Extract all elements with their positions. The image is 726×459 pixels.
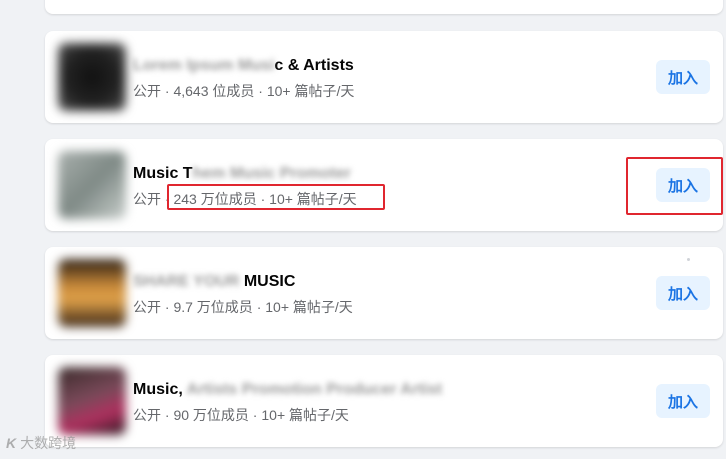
meta-separator: · bbox=[161, 299, 174, 315]
meta-separator: · bbox=[252, 299, 266, 315]
group-meta: 公开 · 4,643 位成员 · 10+ 篇帖子/天 bbox=[133, 81, 354, 101]
group-name[interactable]: Lorem Ipsum Music & Artists bbox=[133, 57, 354, 75]
group-name-visible: c & Artists bbox=[274, 57, 354, 74]
group-card[interactable]: SHARE YOUR MUSIC 公开 · 9.7 万位成员 · 10+ 篇帖子… bbox=[45, 247, 723, 339]
post-frequency: 10+ 篇帖子/天 bbox=[266, 83, 355, 99]
group-name[interactable]: Music, Artists Promotion Producer Artist bbox=[133, 381, 442, 399]
group-meta: 公开 · 90 万位成员 · 10+ 篇帖子/天 bbox=[133, 405, 349, 425]
post-frequency: 10+ 篇帖子/天 bbox=[265, 299, 353, 315]
join-button[interactable]: 加入 bbox=[656, 276, 710, 310]
group-card[interactable]: Lorem Ipsum Music & Artists 公开 · 4,643 位… bbox=[45, 31, 723, 123]
highlight-box-join-button bbox=[626, 157, 723, 215]
group-avatar[interactable] bbox=[58, 367, 126, 435]
privacy-label: 公开 bbox=[133, 83, 161, 99]
group-name-redacted: SHARE YOUR bbox=[133, 273, 240, 290]
group-name-redacted: Artists Promotion Producer Artist bbox=[182, 381, 443, 398]
join-button[interactable]: 加入 bbox=[656, 384, 710, 418]
group-name[interactable]: SHARE YOUR MUSIC bbox=[133, 273, 295, 291]
member-count: 90 万位成员 bbox=[173, 407, 249, 423]
group-name[interactable]: Music Them Music Promoter bbox=[133, 165, 351, 183]
group-search-results: Lorem Ipsum Music & Artists 公开 · 4,643 位… bbox=[0, 0, 726, 459]
member-count: 9.7 万位成员 bbox=[173, 299, 253, 315]
privacy-label: 公开 bbox=[133, 299, 161, 315]
privacy-label: 公开 bbox=[133, 407, 161, 423]
watermark-text: 大数跨境 bbox=[20, 435, 77, 451]
group-card[interactable]: Music, Artists Promotion Producer Artist… bbox=[45, 355, 723, 447]
group-avatar[interactable] bbox=[58, 151, 126, 219]
decorative-dot bbox=[687, 258, 690, 261]
meta-separator: · bbox=[161, 83, 174, 99]
post-frequency: 10+ 篇帖子/天 bbox=[261, 407, 349, 423]
group-avatar[interactable] bbox=[58, 43, 126, 111]
member-count: 4,643 位成员 bbox=[173, 83, 255, 99]
meta-separator: · bbox=[248, 407, 262, 423]
group-name-visible: Music T bbox=[133, 165, 193, 182]
group-meta: 公开 · 9.7 万位成员 · 10+ 篇帖子/天 bbox=[133, 297, 353, 317]
group-name-redacted: hem Music Promoter bbox=[192, 165, 351, 182]
join-button[interactable]: 加入 bbox=[656, 60, 710, 94]
watermark: K 大数跨境 bbox=[6, 433, 76, 453]
group-avatar[interactable] bbox=[58, 259, 126, 327]
group-card-partial bbox=[45, 0, 723, 14]
group-name-visible: Music, bbox=[133, 381, 183, 398]
watermark-logo-icon: K bbox=[6, 435, 17, 451]
group-name-redacted: Lorem Ipsum Musi bbox=[133, 57, 275, 74]
highlight-box-member-count bbox=[167, 184, 385, 210]
meta-separator: · bbox=[254, 83, 267, 99]
privacy-label: 公开 bbox=[133, 191, 161, 207]
meta-separator: · bbox=[161, 407, 174, 423]
group-name-visible: MUSIC bbox=[243, 273, 296, 290]
